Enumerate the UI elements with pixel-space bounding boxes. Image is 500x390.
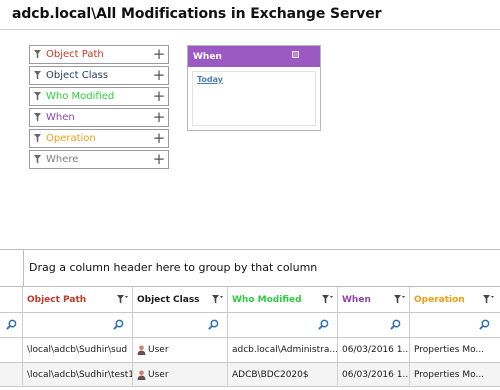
search-icon[interactable]	[113, 319, 124, 330]
column-header-operation[interactable]: Operation	[410, 287, 500, 312]
operation-search-input[interactable]	[410, 313, 500, 337]
filter-funnel-icon	[30, 113, 44, 122]
filter-who-modified[interactable]: Who Modified +	[29, 87, 169, 106]
grid-header-row: Object Path Object Class Who Modified Wh…	[0, 286, 500, 312]
title-divider	[0, 29, 500, 30]
filter-funnel-icon	[30, 134, 44, 143]
who-modified-cell[interactable]: adcb.local\Administra...	[228, 338, 338, 362]
operation-cell[interactable]: Properties Mo...	[410, 363, 500, 386]
filter-label: When	[46, 112, 75, 123]
table-row[interactable]: \local\adcb\Sudhir\sud User adcb.local\A…	[0, 337, 500, 362]
filter-when[interactable]: When +	[29, 108, 169, 127]
add-filter-icon[interactable]: +	[150, 68, 168, 83]
table-row[interactable]: \local\adcb\Sudhir\test1 User ADCB\BDC20…	[0, 362, 500, 387]
when-panel-title: When	[193, 51, 222, 62]
add-filter-icon[interactable]: +	[150, 131, 168, 146]
column-header-label: Operation	[414, 294, 465, 305]
object-class-cell[interactable]: User	[133, 363, 228, 386]
filter-where[interactable]: Where +	[29, 150, 169, 169]
row-indicator	[0, 338, 23, 362]
results-grid: Object Path Object Class Who Modified Wh…	[0, 286, 500, 387]
group-by-area[interactable]: Drag a column header here to group by th…	[0, 249, 500, 287]
column-filter-icon[interactable]	[483, 295, 494, 307]
add-filter-icon[interactable]: +	[150, 152, 168, 167]
filter-funnel-icon	[30, 50, 44, 59]
operation-value: Properties Mo...	[414, 369, 485, 380]
column-header-label: Who Modified	[232, 294, 302, 305]
user-icon	[137, 345, 146, 355]
object-path-value: \local\adcb\Sudhir\sud	[27, 345, 128, 355]
today-option-link[interactable]: Today	[197, 75, 223, 84]
filter-object-path[interactable]: Object Path +	[29, 45, 169, 64]
add-filter-icon[interactable]: +	[150, 89, 168, 104]
column-filter-icon[interactable]	[394, 295, 405, 307]
column-header-label: Object Path	[27, 294, 87, 305]
column-header-when[interactable]: When	[338, 287, 410, 312]
filter-operation[interactable]: Operation +	[29, 129, 169, 148]
filter-list: Object Path + Object Class + Who Modifie…	[29, 45, 169, 171]
object-path-value: \local\adcb\Sudhir\test1	[27, 369, 132, 380]
filter-label: Where	[46, 154, 79, 165]
when-value: 06/03/2016 1...	[342, 369, 409, 380]
filter-label: Operation	[46, 133, 96, 144]
column-filter-icon[interactable]	[322, 295, 333, 307]
search-row-indicator	[0, 313, 23, 337]
search-icon	[6, 319, 17, 330]
column-header-label: When	[342, 294, 371, 305]
object-path-cell[interactable]: \local\adcb\Sudhir\test1	[23, 363, 133, 386]
column-header-object-path[interactable]: Object Path	[23, 287, 133, 312]
column-header-who-modified[interactable]: Who Modified	[228, 287, 338, 312]
object-path-search-input[interactable]	[23, 313, 133, 337]
column-filter-icon[interactable]	[212, 295, 223, 307]
filter-funnel-icon	[30, 155, 44, 164]
close-icon[interactable]	[292, 51, 299, 58]
filter-label: Who Modified	[46, 91, 115, 102]
add-filter-icon[interactable]: +	[150, 47, 168, 62]
row-indicator	[0, 363, 23, 386]
column-filter-icon[interactable]	[117, 295, 128, 307]
who-modified-value: ADCB\BDC2020$	[232, 369, 309, 380]
column-header-label: Object Class	[137, 294, 200, 305]
filter-label: Object Class	[46, 70, 109, 81]
when-options-box: Today	[192, 71, 316, 126]
search-icon[interactable]	[390, 319, 401, 330]
row-indicator-header	[0, 287, 23, 312]
when-filter-panel: When Today	[187, 45, 321, 131]
when-cell[interactable]: 06/03/2016 1...	[338, 338, 410, 362]
when-cell[interactable]: 06/03/2016 1...	[338, 363, 410, 386]
search-icon[interactable]	[318, 319, 329, 330]
object-class-value: User	[148, 345, 169, 355]
operation-value: Properties Mo...	[414, 345, 485, 355]
user-icon	[137, 370, 146, 380]
search-icon[interactable]	[208, 319, 219, 330]
filter-label: Object Path	[46, 49, 104, 60]
when-value: 06/03/2016 1...	[342, 345, 409, 355]
search-icon[interactable]	[479, 319, 490, 330]
add-filter-icon[interactable]: +	[150, 110, 168, 125]
when-panel-header: When	[188, 46, 320, 67]
operation-cell[interactable]: Properties Mo...	[410, 338, 500, 362]
filter-funnel-icon	[30, 92, 44, 101]
filter-funnel-icon	[30, 71, 44, 80]
column-header-object-class[interactable]: Object Class	[133, 287, 228, 312]
grid-search-row	[0, 312, 500, 337]
page-title: adcb.local\All Modifications in Exchange…	[12, 6, 382, 22]
object-class-value: User	[148, 369, 169, 380]
when-search-input[interactable]	[338, 313, 410, 337]
object-class-cell[interactable]: User	[133, 338, 228, 362]
who-modified-value: adcb.local\Administra...	[232, 345, 337, 355]
object-path-cell[interactable]: \local\adcb\Sudhir\sud	[23, 338, 133, 362]
filter-object-class[interactable]: Object Class +	[29, 66, 169, 85]
object-class-search-input[interactable]	[133, 313, 228, 337]
who-modified-search-input[interactable]	[228, 313, 338, 337]
group-by-hint: Drag a column header here to group by th…	[29, 261, 318, 274]
grid-left-divider	[23, 250, 24, 287]
who-modified-cell[interactable]: ADCB\BDC2020$	[228, 363, 338, 386]
